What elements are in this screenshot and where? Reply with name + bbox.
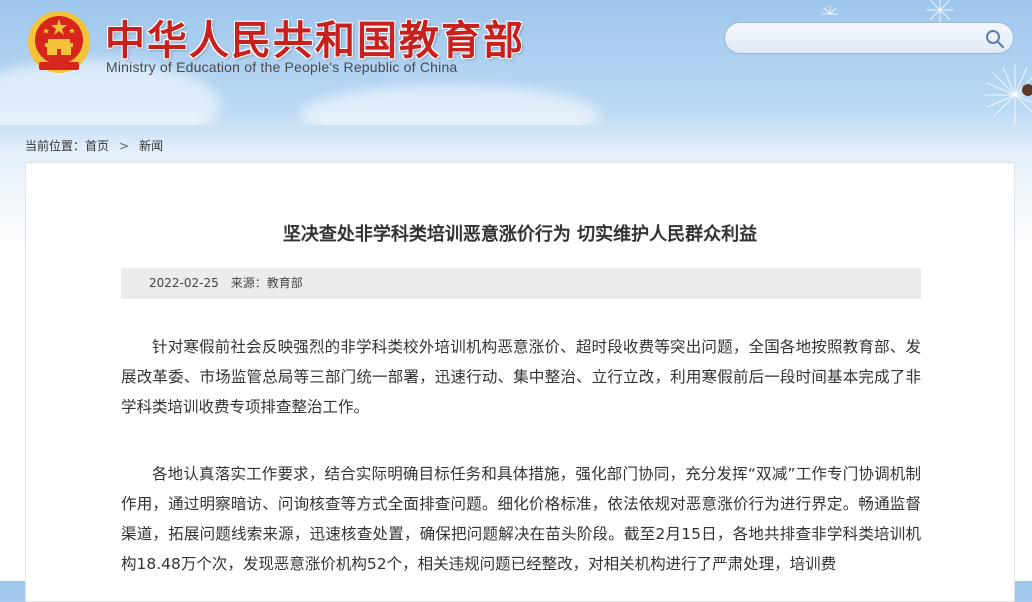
breadcrumb-item-home[interactable]: 首页 — [85, 137, 109, 154]
dandelion-decoration — [822, 0, 1032, 125]
search-icon[interactable] — [985, 29, 1005, 49]
site-title: 中华人民共和国教育部 — [105, 18, 525, 64]
site-header: 中华人民共和国教育部 Ministry of Education of the … — [0, 0, 1032, 125]
breadcrumb-item-news[interactable]: 新闻 — [139, 137, 163, 154]
search-input[interactable] — [737, 28, 981, 50]
search-box — [724, 22, 1014, 54]
national-emblem-icon — [28, 11, 90, 73]
breadcrumb: 当前位置：首页 > 新闻 — [25, 137, 163, 154]
article-container: 坚决查处非学科类培训恶意涨价行为 切实维护人民群众利益 2022-02-25 来源… — [25, 162, 1015, 602]
article-paragraph: 各地认真落实工作要求，结合实际明确目标任务和具体措施，强化部门协同，充分发挥“双… — [121, 465, 921, 573]
chevron-right-icon: > — [119, 139, 130, 153]
cloud-decoration — [300, 85, 600, 125]
article-title: 坚决查处非学科类培训恶意涨价行为 切实维护人民群众利益 — [282, 224, 758, 245]
article-source: 来源：教育部 — [230, 276, 303, 290]
site-subtitle: Ministry of Education of the People's Re… — [106, 59, 458, 75]
article-date: 2022-02-25 — [149, 276, 219, 290]
article-paragraph: 针对寒假前社会反映强烈的非学科类校外培训机构恶意涨价、超时段收费等突出问题，全国… — [121, 338, 921, 416]
article-meta: 2022-02-25 来源：教育部 — [121, 268, 921, 299]
breadcrumb-prefix: 当前位置： — [25, 139, 86, 153]
